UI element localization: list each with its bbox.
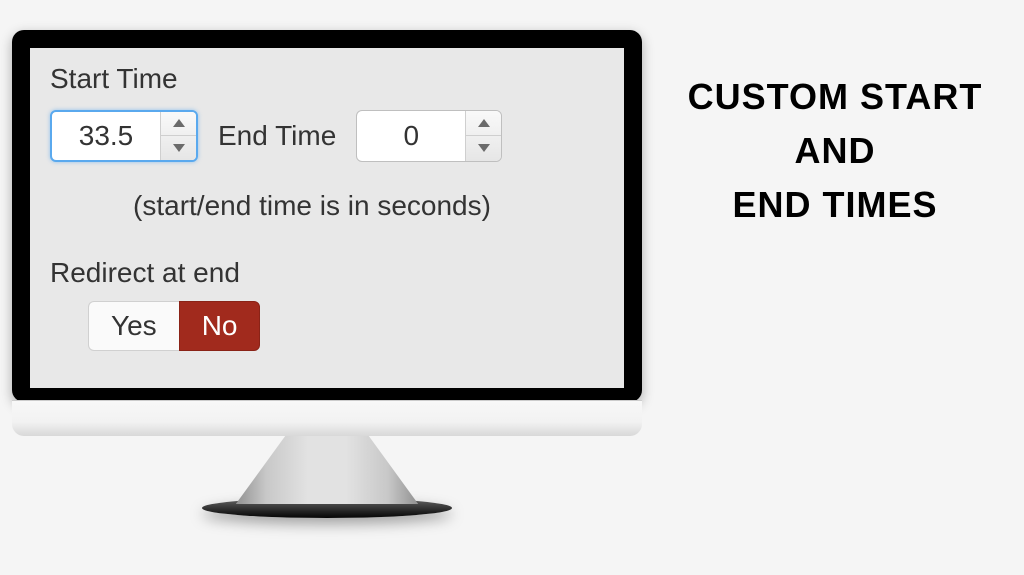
headline-text: Custom Start and End Times — [665, 70, 1005, 232]
start-time-spinbox[interactable] — [50, 110, 198, 162]
time-help-note: (start/end time is in seconds) — [50, 190, 614, 222]
redirect-yes-button[interactable]: Yes — [88, 301, 179, 351]
chevron-up-icon — [173, 119, 185, 127]
monitor-chin — [12, 400, 642, 436]
end-time-input[interactable] — [357, 111, 465, 161]
start-time-stepper — [160, 112, 196, 160]
end-time-spinbox[interactable] — [356, 110, 502, 162]
headline-line-1: Custom Start and — [665, 70, 1005, 178]
start-time-up-button[interactable] — [161, 112, 196, 136]
chevron-up-icon — [478, 119, 490, 127]
redirect-label: Redirect at end — [50, 256, 614, 290]
end-time-down-button[interactable] — [466, 135, 501, 161]
start-time-down-button[interactable] — [161, 135, 196, 160]
end-time-up-button[interactable] — [466, 111, 501, 136]
start-time-label: Start Time — [50, 62, 614, 96]
end-time-stepper — [465, 111, 501, 161]
end-time-label: End Time — [218, 119, 336, 153]
monitor-stand — [232, 436, 422, 504]
chevron-down-icon — [173, 144, 185, 152]
time-inputs-row: End Time — [50, 110, 614, 162]
chevron-down-icon — [478, 144, 490, 152]
monitor-bezel: Start Time End Time — [12, 30, 642, 402]
redirect-no-button[interactable]: No — [179, 301, 261, 351]
headline-line-2: End Times — [665, 178, 1005, 232]
monitor-frame: Start Time End Time — [12, 30, 642, 518]
screen-content: Start Time End Time — [30, 48, 624, 388]
start-time-input[interactable] — [52, 112, 160, 160]
redirect-toggle: Yes No — [88, 301, 614, 351]
